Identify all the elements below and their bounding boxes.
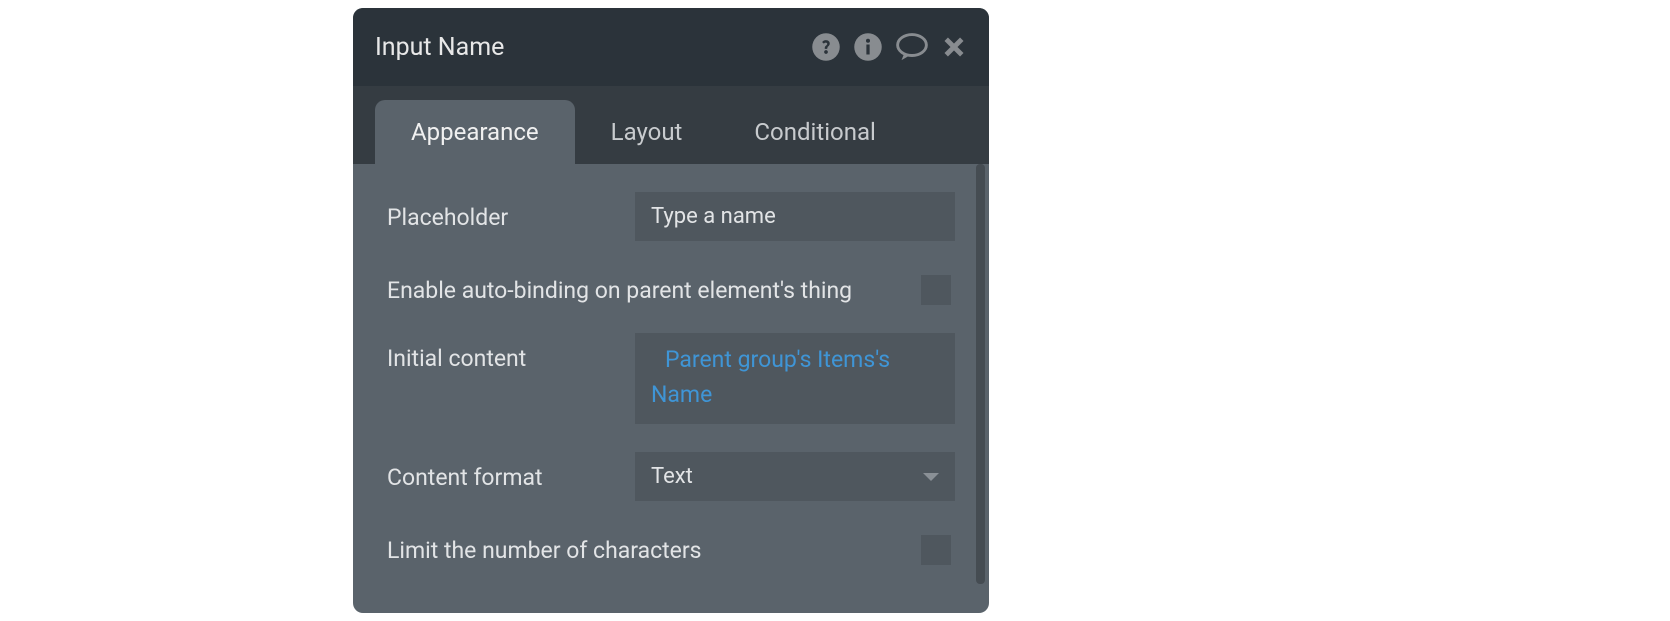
auto-binding-row: Enable auto-binding on parent element's …: [387, 269, 955, 305]
content-format-label: Content format: [387, 452, 635, 491]
auto-binding-label: Enable auto-binding on parent element's …: [387, 277, 852, 304]
panel-content: Placeholder Enable auto-binding on paren…: [353, 164, 989, 585]
limit-chars-checkbox[interactable]: [921, 535, 951, 565]
initial-content-row: Initial content Parent group's Items's N…: [387, 333, 955, 424]
tabs: Appearance Layout Conditional: [353, 86, 989, 164]
header-icons: [811, 32, 967, 62]
comment-icon[interactable]: [895, 32, 929, 62]
tab-layout[interactable]: Layout: [575, 100, 719, 164]
tab-conditional[interactable]: Conditional: [718, 100, 911, 164]
content-format-select[interactable]: Text: [635, 452, 955, 501]
tab-label: Appearance: [411, 118, 539, 146]
placeholder-input[interactable]: [635, 192, 955, 241]
scrollbar-thumb[interactable]: [976, 164, 985, 584]
initial-content-expression[interactable]: Parent group's Items's Name: [635, 333, 955, 424]
content-format-row: Content format Text: [387, 452, 955, 501]
panel-title: Input Name: [375, 33, 504, 62]
panel-header: Input Name: [353, 8, 989, 86]
limit-chars-label: Limit the number of characters: [387, 537, 702, 564]
placeholder-label: Placeholder: [387, 192, 635, 231]
content-format-value: Text: [651, 464, 693, 489]
limit-chars-row: Limit the number of characters: [387, 529, 955, 565]
help-icon[interactable]: [811, 32, 841, 62]
placeholder-row: Placeholder: [387, 192, 955, 241]
auto-binding-checkbox[interactable]: [921, 275, 951, 305]
tab-label: Layout: [611, 118, 683, 146]
chevron-down-icon: [923, 473, 939, 481]
property-panel: Input Name: [353, 8, 989, 613]
scrollbar[interactable]: [976, 164, 985, 585]
close-icon[interactable]: [941, 34, 967, 60]
tab-appearance[interactable]: Appearance: [375, 100, 575, 164]
info-icon[interactable]: [853, 32, 883, 62]
tab-label: Conditional: [754, 118, 875, 146]
initial-content-label: Initial content: [387, 333, 635, 372]
